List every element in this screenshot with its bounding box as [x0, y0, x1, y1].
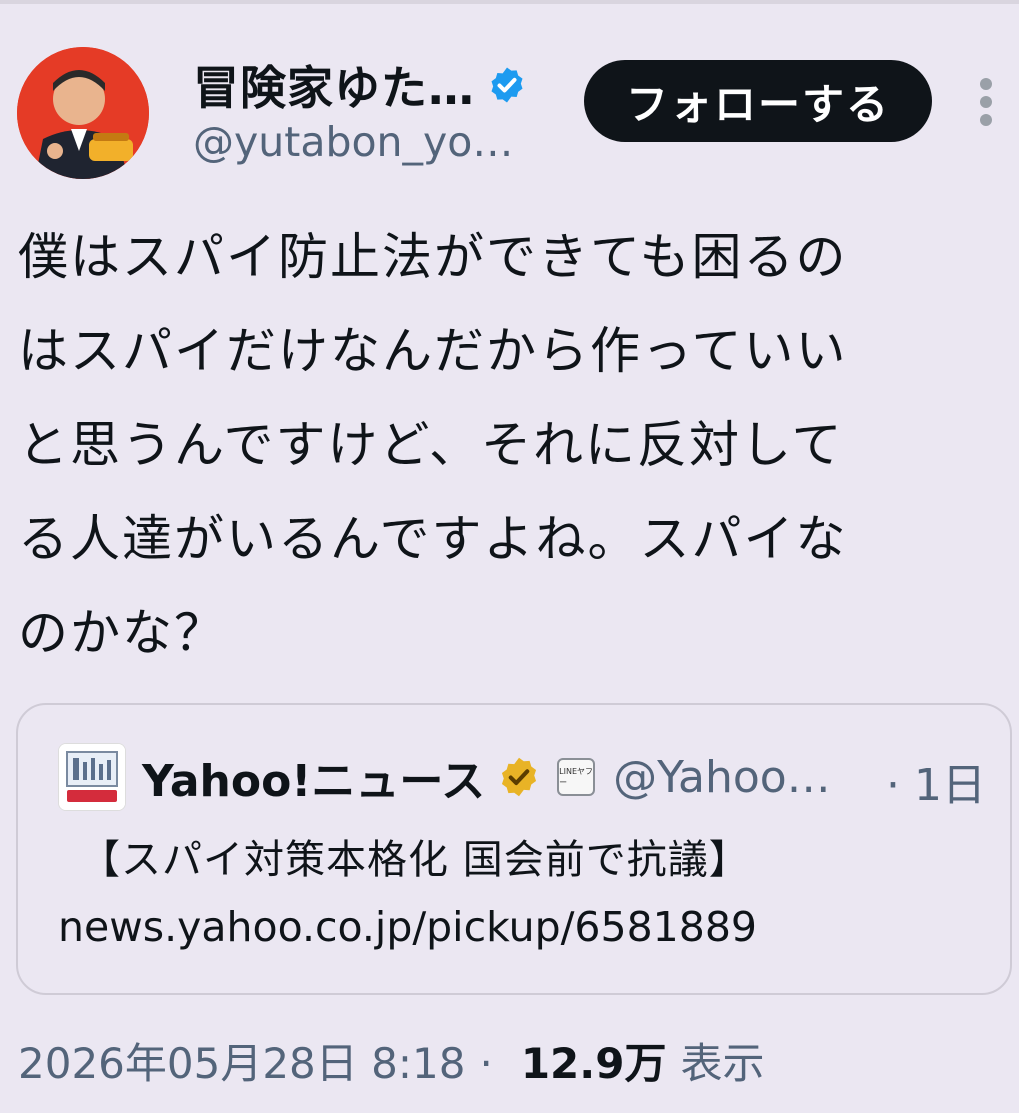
views-label: 表示 [680, 1039, 765, 1088]
quoted-handle[interactable]: @Yahoo… [613, 752, 831, 803]
quoted-source-name[interactable]: Yahoo!ニュース [142, 745, 485, 809]
more-options-icon[interactable] [972, 78, 1000, 126]
author-display-name[interactable]: 冒険家ゆた… [193, 52, 475, 118]
tweet-meta: 2026年05月28日 8:18 · 12.9万 表示 [18, 1030, 764, 1091]
avatar-image [17, 47, 149, 179]
views-count: 12.9万 [520, 1039, 667, 1088]
gold-verified-badge-icon [502, 757, 537, 797]
tweet-text: 僕はスパイ防止法ができても困るの はスパイだけなんだから作っていい と思うんです… [18, 228, 848, 662]
quoted-tweet-header: Yahoo!ニュース LINEヤフー @Yahoo… [58, 741, 831, 813]
avatar[interactable] [17, 47, 149, 179]
tweet-timestamp[interactable]: 2026年05月28日 8:18 [18, 1030, 465, 1091]
follow-button[interactable]: フォローする [584, 60, 932, 142]
quoted-time: · 1日 [886, 760, 986, 811]
affiliate-label: LINEヤフー [559, 767, 594, 787]
author-handle[interactable]: @yutabon_yo… [193, 118, 513, 166]
quoted-link[interactable]: news.yahoo.co.jp/pickup/6581889 [58, 903, 757, 951]
yahoo-news-logo-icon [58, 743, 126, 811]
quoted-tweet-card[interactable]: Yahoo!ニュース LINEヤフー @Yahoo… · 1日 【スパイ対策本格… [16, 703, 1012, 995]
top-divider [0, 0, 1019, 4]
author-name-row: 冒険家ゆた… [193, 50, 527, 120]
verified-badge-icon [491, 67, 523, 103]
meta-separator: · [479, 1039, 493, 1088]
affiliate-badge-icon: LINEヤフー [557, 758, 596, 796]
quoted-headline: 【スパイ対策本格化 国会前で抗議】 [80, 837, 750, 883]
